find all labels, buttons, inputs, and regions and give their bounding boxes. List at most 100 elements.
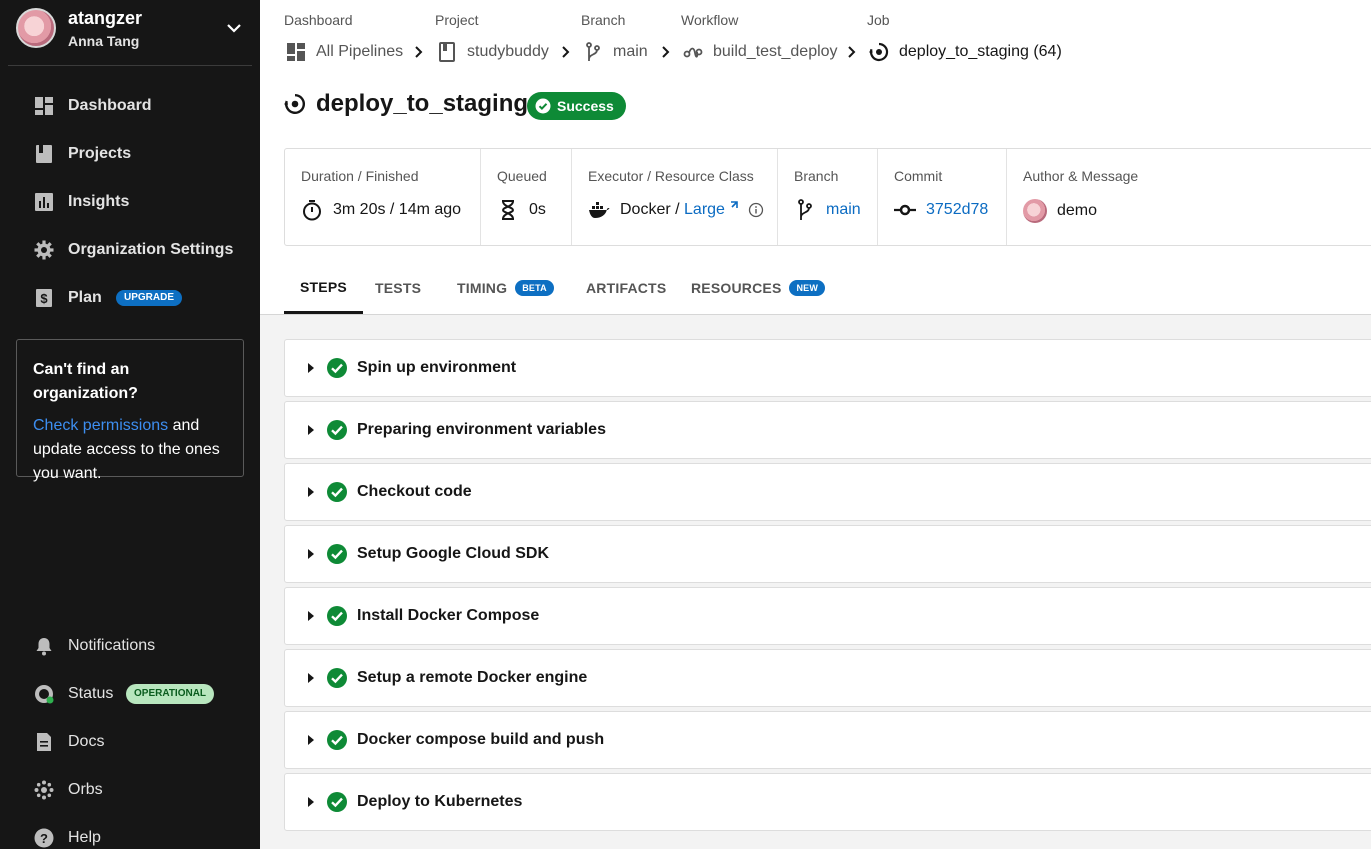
tab-label: STEPS bbox=[300, 278, 347, 295]
status-text: Success bbox=[557, 98, 614, 114]
summary-label: Duration / Finished bbox=[301, 168, 419, 184]
tab-steps[interactable]: STEPS bbox=[284, 262, 363, 314]
tab-label: TESTS bbox=[375, 280, 422, 296]
external-link-icon[interactable] bbox=[728, 201, 738, 211]
summary-queued: Queued 0s bbox=[481, 149, 572, 245]
summary-branch: Branch main bbox=[778, 149, 878, 245]
summary-value: Docker / Large bbox=[588, 199, 764, 221]
step-name: Docker compose build and push bbox=[357, 731, 605, 748]
svg-text:$: $ bbox=[40, 291, 48, 306]
commit-link[interactable]: 3752d78 bbox=[926, 201, 988, 219]
status-badge: Success bbox=[527, 92, 626, 120]
sidebar-item-label: Organization Settings bbox=[68, 241, 234, 258]
summary-value: 0s bbox=[497, 199, 546, 221]
sidebar-item-notifications[interactable]: Notifications bbox=[0, 626, 260, 666]
sidebar-item-insights[interactable]: Insights bbox=[0, 182, 260, 222]
hourglass-icon bbox=[501, 200, 515, 220]
gear-icon bbox=[34, 240, 54, 260]
check-circle-icon bbox=[327, 792, 347, 812]
sidebar-item-plan[interactable]: $ Plan UPGRADE bbox=[0, 278, 260, 318]
sidebar-item-organization-settings[interactable]: Organization Settings bbox=[0, 230, 260, 270]
steps-list: Spin up environment Preparing environmen… bbox=[284, 339, 1371, 835]
step-row[interactable]: Setup a remote Docker engine bbox=[284, 649, 1371, 707]
sidebar-item-label: Help bbox=[68, 829, 101, 846]
step-row[interactable]: Docker compose build and push bbox=[284, 711, 1371, 769]
operational-badge: OPERATIONAL bbox=[126, 684, 215, 704]
breadcrumb-job[interactable]: deploy_to_staging (64) bbox=[869, 42, 1062, 62]
sidebar-item-orbs[interactable]: Orbs bbox=[0, 770, 260, 810]
branch-link[interactable]: main bbox=[826, 201, 861, 219]
branch-icon bbox=[586, 42, 600, 61]
info-icon[interactable] bbox=[748, 202, 764, 218]
projects-icon bbox=[439, 42, 455, 62]
chevron-right-icon bbox=[662, 46, 670, 58]
caret-right-icon bbox=[308, 611, 314, 621]
check-circle-icon bbox=[327, 420, 347, 440]
resource-class-link[interactable]: Large bbox=[684, 201, 725, 219]
tab-label: RESOURCES bbox=[691, 280, 782, 296]
orbs-icon bbox=[34, 780, 54, 800]
username: atangzer bbox=[68, 8, 143, 28]
chevron-down-icon[interactable] bbox=[224, 18, 244, 38]
step-row[interactable]: Deploy to Kubernetes bbox=[284, 773, 1371, 831]
status-gauge-icon bbox=[35, 685, 54, 704]
sidebar-item-dashboard[interactable]: Dashboard bbox=[0, 86, 260, 126]
sidebar-item-label: Orbs bbox=[68, 781, 103, 798]
check-permissions-link[interactable]: Check permissions bbox=[33, 417, 168, 434]
step-row[interactable]: Spin up environment bbox=[284, 339, 1371, 397]
tab-tests[interactable]: TESTS bbox=[375, 262, 421, 314]
author-avatar bbox=[1023, 199, 1047, 223]
step-row[interactable]: Preparing environment variables bbox=[284, 401, 1371, 459]
sidebar-item-help[interactable]: ? Help bbox=[0, 818, 260, 849]
dashboard-icon bbox=[35, 97, 53, 115]
tab-artifacts[interactable]: ARTIFACTS bbox=[586, 262, 666, 314]
sidebar-item-docs[interactable]: Docs bbox=[0, 722, 260, 762]
avatar bbox=[16, 8, 56, 48]
sidebar-item-label: Insights bbox=[68, 193, 130, 210]
breadcrumb-label-dashboard: Dashboard bbox=[284, 12, 353, 28]
org-help-heading: Can't find an organization? bbox=[33, 361, 138, 402]
job-icon bbox=[284, 93, 306, 114]
caret-right-icon bbox=[308, 673, 314, 683]
summary-label: Queued bbox=[497, 168, 547, 184]
org-help-text: Check permissions and update access to t… bbox=[33, 414, 227, 486]
step-name: Setup Google Cloud SDK bbox=[357, 545, 549, 562]
breadcrumb-all-pipelines[interactable]: All Pipelines bbox=[286, 42, 403, 62]
step-name: Spin up environment bbox=[357, 359, 517, 376]
breadcrumb-text: deploy_to_staging (64) bbox=[899, 43, 1062, 60]
step-name: Install Docker Compose bbox=[357, 607, 540, 624]
caret-right-icon bbox=[308, 363, 314, 373]
main-content: Dashboard Project Branch Workflow Job Al… bbox=[260, 0, 1371, 849]
breadcrumb-label-branch: Branch bbox=[581, 12, 626, 28]
tab-timing[interactable]: TIMING BETA bbox=[457, 262, 554, 314]
breadcrumb-label-project: Project bbox=[435, 12, 479, 28]
page-title: deploy_to_staging bbox=[284, 90, 528, 118]
sidebar-item-status[interactable]: Status OPERATIONAL bbox=[0, 674, 260, 714]
caret-right-icon bbox=[308, 735, 314, 745]
user-menu[interactable]: atangzer Anna Tang bbox=[8, 0, 252, 66]
check-circle-icon bbox=[327, 606, 347, 626]
commit-message: demo bbox=[1057, 202, 1098, 219]
step-row[interactable]: Checkout code bbox=[284, 463, 1371, 521]
tab-resources[interactable]: RESOURCES NEW bbox=[691, 262, 826, 314]
summary-duration: Duration / Finished 3m 20s / 14m ago bbox=[285, 149, 481, 245]
job-tabs: STEPS TESTS TIMING BETA ARTIFACTS RESOURC… bbox=[260, 262, 1371, 315]
upgrade-badge[interactable]: UPGRADE bbox=[116, 290, 183, 306]
breadcrumb-project[interactable]: studybuddy bbox=[437, 42, 549, 62]
docs-icon bbox=[37, 733, 51, 751]
step-row[interactable]: Install Docker Compose bbox=[284, 587, 1371, 645]
tab-label: ARTIFACTS bbox=[586, 280, 667, 296]
step-name: Checkout code bbox=[357, 483, 472, 500]
step-row[interactable]: Setup Google Cloud SDK bbox=[284, 525, 1371, 583]
summary-value: 3m 20s / 14m ago bbox=[301, 199, 461, 221]
projects-icon bbox=[36, 145, 52, 163]
sidebar-item-projects[interactable]: Projects bbox=[0, 134, 260, 174]
chevron-right-icon bbox=[415, 46, 423, 58]
summary-author: Author & Message demo bbox=[1007, 149, 1371, 245]
insights-icon bbox=[35, 193, 53, 211]
user-full-name: Anna Tang bbox=[68, 33, 140, 49]
breadcrumb-workflow[interactable]: build_test_deploy bbox=[683, 42, 838, 62]
workflow-icon bbox=[683, 47, 703, 58]
breadcrumb-branch[interactable]: main bbox=[583, 42, 648, 62]
summary-label: Branch bbox=[794, 168, 839, 184]
